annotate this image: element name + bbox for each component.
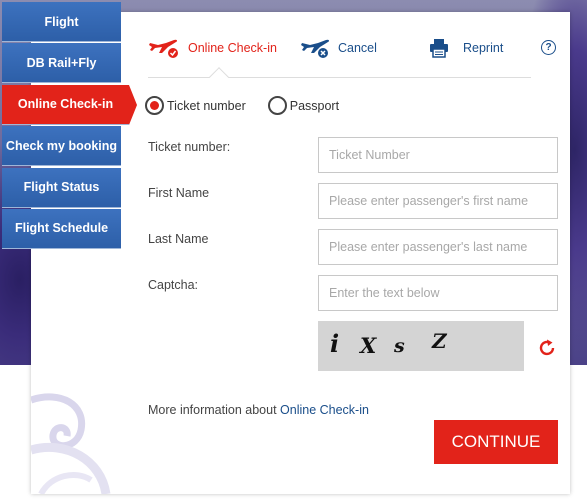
captcha-char: s bbox=[394, 335, 405, 357]
last-name-input[interactable] bbox=[318, 229, 558, 265]
radio-passport[interactable] bbox=[267, 96, 287, 115]
tab-online-checkin[interactable]: Online Check-in bbox=[148, 34, 277, 62]
plane-cancel-icon bbox=[301, 39, 330, 58]
printer-icon bbox=[430, 39, 448, 58]
captcha-char: X bbox=[360, 333, 377, 358]
sidebar-item-flight-status[interactable]: Flight Status bbox=[2, 167, 121, 208]
more-info-prefix: More information about bbox=[148, 403, 281, 417]
radio-ticket-number[interactable] bbox=[145, 96, 164, 115]
tab-online-checkin-label: Online Check-in bbox=[188, 41, 277, 55]
sidebar-nav: Flight DB Rail+Fly Online Check-in Check… bbox=[2, 2, 137, 250]
radio-ticket-number-label[interactable]: Ticket number bbox=[167, 99, 246, 113]
action-tabs: Online Check-in Cancel Reprint bbox=[148, 34, 531, 87]
first-name-label: First Name bbox=[148, 186, 210, 200]
tab-reprint-label: Reprint bbox=[463, 41, 504, 55]
sidebar-item-online-checkin[interactable]: Online Check-in bbox=[2, 84, 137, 125]
captcha-image: i X s Z bbox=[318, 321, 524, 371]
captcha-char: i bbox=[330, 329, 340, 358]
sidebar-item-check-my-booking[interactable]: Check my booking bbox=[2, 126, 121, 167]
sidebar-item-flight[interactable]: Flight bbox=[2, 2, 121, 42]
sidebar-item-flight-schedule[interactable]: Flight Schedule bbox=[2, 208, 121, 249]
sidebar-item-db-rail-fly[interactable]: DB Rail+Fly bbox=[2, 43, 121, 84]
online-checkin-info-link[interactable]: Online Check-in bbox=[280, 403, 369, 417]
decorative-swirl bbox=[31, 393, 111, 494]
captcha-char: Z bbox=[432, 329, 447, 353]
more-info-text: More information about Online Check-in bbox=[148, 403, 369, 417]
tab-cancel-label: Cancel bbox=[338, 41, 377, 55]
ticket-number-label: Ticket number: bbox=[148, 140, 231, 154]
help-icon[interactable]: ? bbox=[541, 40, 556, 55]
radio-passport-label[interactable]: Passport bbox=[290, 99, 339, 113]
captcha-input[interactable] bbox=[318, 275, 558, 311]
captcha-label: Captcha: bbox=[148, 278, 199, 292]
continue-button[interactable]: CONTINUE bbox=[434, 420, 558, 464]
plane-checkin-icon bbox=[149, 39, 178, 58]
tab-reprint[interactable]: Reprint bbox=[429, 34, 503, 62]
ticket-number-input[interactable] bbox=[318, 137, 558, 173]
radio-selected-dot bbox=[150, 101, 159, 110]
last-name-label: Last Name bbox=[148, 232, 209, 246]
first-name-input[interactable] bbox=[318, 183, 558, 219]
refresh-captcha-icon[interactable] bbox=[537, 338, 557, 358]
tab-cancel[interactable]: Cancel bbox=[300, 34, 377, 62]
search-type-radio-group: Ticket number Passport bbox=[145, 96, 339, 115]
